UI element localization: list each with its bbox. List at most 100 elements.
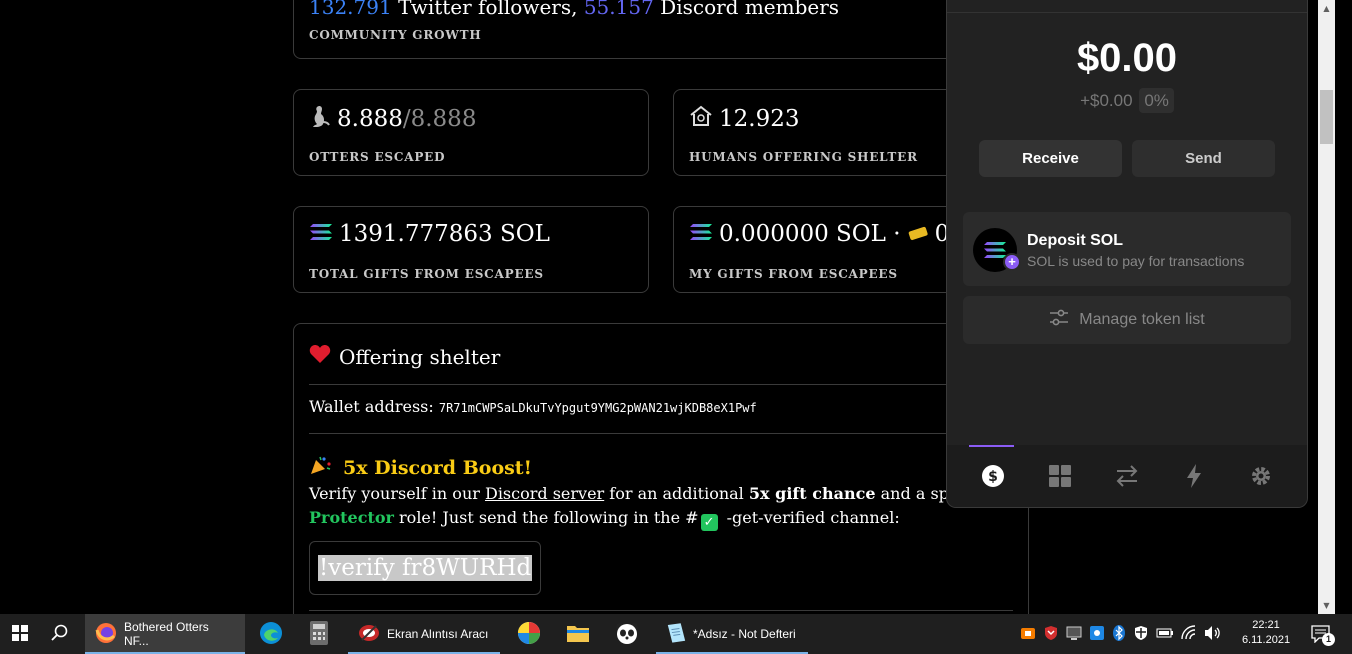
- discord-count: 55.157: [583, 0, 654, 19]
- boost-header: 5x Discord Boost!: [309, 455, 532, 480]
- battery-icon[interactable]: [1156, 626, 1174, 643]
- search-button[interactable]: [40, 614, 80, 654]
- my-gifts-value: 0.000000 SOL · 0: [689, 221, 949, 247]
- system-tray: [1020, 614, 1222, 654]
- volume-icon[interactable]: [1204, 625, 1222, 644]
- gift-chance-text: 5x gift chance: [748, 484, 876, 503]
- network-settings-icon[interactable]: [1089, 625, 1105, 644]
- discord-text: Discord members: [660, 0, 840, 19]
- house-icon: [689, 104, 713, 134]
- edge-icon: [259, 621, 283, 648]
- community-counts: 132.791 Twitter followers, 55.157 Discor…: [309, 0, 839, 19]
- notepad-icon: [666, 622, 686, 647]
- boost-text: -get-verified channel:: [726, 508, 900, 527]
- total-gifts-value: 1391.777863 SOL: [309, 221, 550, 247]
- wifi-icon[interactable]: [1181, 624, 1197, 644]
- taskbar-calculator[interactable]: [306, 614, 332, 654]
- ticket-icon: [907, 221, 929, 247]
- my-gifts-amount: 0.000000 SOL ·: [719, 221, 901, 247]
- page-scrollbar[interactable]: ▲ ▼: [1318, 0, 1335, 614]
- boost-text: Verify yourself in our: [309, 484, 480, 503]
- active-tab-indicator: [969, 445, 1014, 447]
- manage-token-list-label: Manage token list: [1079, 311, 1205, 328]
- boost-text: for an additional: [609, 484, 744, 503]
- party-popper-icon: [309, 455, 333, 480]
- action-center-button[interactable]: 1: [1306, 614, 1336, 654]
- security-shield-icon[interactable]: [1133, 625, 1149, 644]
- divider: [309, 610, 1013, 611]
- bluetooth-icon[interactable]: [1112, 624, 1126, 644]
- notepad-label: *Adsız - Not Defteri: [693, 627, 796, 641]
- antivirus-shield-icon[interactable]: [1043, 625, 1059, 644]
- checkmark-icon: ✓: [700, 514, 718, 531]
- otter-icon: [309, 104, 331, 134]
- search-icon: [51, 624, 69, 645]
- taskbar: Bothered Otters NF... Ekran Alıntısı Ara…: [0, 614, 1352, 654]
- gear-icon[interactable]: [1239, 464, 1283, 488]
- wallet-change-percent: 0%: [1139, 88, 1174, 113]
- sliders-icon: [1049, 309, 1069, 332]
- scroll-down-arrow-icon[interactable]: ▼: [1318, 597, 1335, 614]
- snipping-tool-icon: [358, 623, 380, 646]
- otters-escaped-count: 8.888: [337, 106, 403, 132]
- swap-icon[interactable]: [1105, 465, 1149, 487]
- divider: [309, 384, 1013, 385]
- wallet-nav: $: [947, 445, 1307, 507]
- discord-server-link[interactable]: Discord server: [485, 484, 604, 503]
- taskbar-photos[interactable]: [516, 614, 542, 654]
- taskbar-firefox[interactable]: Bothered Otters NF...: [85, 614, 245, 654]
- solana-icon: [309, 221, 333, 247]
- receive-button[interactable]: Receive: [979, 140, 1122, 177]
- twitter-count: 132.791: [309, 0, 392, 19]
- verify-code-box[interactable]: !verify fr8WURHd: [309, 541, 542, 595]
- start-button[interactable]: [0, 614, 40, 654]
- grid-icon[interactable]: [1038, 465, 1082, 487]
- role-name: Protector: [309, 508, 394, 527]
- send-button[interactable]: Send: [1132, 140, 1275, 177]
- community-growth-card: 132.791 Twitter followers, 55.157 Discor…: [293, 0, 1029, 59]
- firefox-label: Bothered Otters NF...: [124, 620, 209, 648]
- total-gifts-label: TOTAL GIFTS FROM ESCAPEES: [309, 267, 544, 281]
- taskbar-notepad[interactable]: *Adsız - Not Defteri: [656, 614, 808, 654]
- wallet-address-value[interactable]: 7R71mCWPSaLDkuTvYpgut9YMG2pWAN21wjKDB8eX…: [439, 401, 757, 415]
- scrollbar-thumb[interactable]: [1320, 90, 1333, 144]
- shelter-title: Offering shelter: [339, 344, 501, 369]
- folder-icon: [567, 624, 589, 645]
- taskbar-snipping-tool[interactable]: Ekran Alıntısı Aracı: [348, 614, 500, 654]
- otters-escaped-card: 8.888/8.888 OTTERS ESCAPED: [293, 89, 649, 176]
- tray-app-icon[interactable]: [1020, 625, 1036, 644]
- twitter-text: Twitter followers,: [398, 0, 578, 19]
- humans-shelter-label: HUMANS OFFERING SHELTER: [689, 150, 918, 164]
- firefox-icon: [95, 622, 117, 647]
- wallet-balance: $0.00: [1076, 36, 1178, 80]
- boost-text: role! Just send the following in the #: [399, 508, 699, 527]
- scroll-up-arrow-icon[interactable]: ▲: [1318, 0, 1335, 17]
- notification-count: 1: [1322, 633, 1335, 646]
- deposit-sol-row[interactable]: + Deposit SOL SOL is used to pay for tra…: [963, 212, 1291, 286]
- clock-time: 22:21: [1252, 619, 1280, 631]
- manage-token-list-button[interactable]: Manage token list: [963, 296, 1291, 344]
- taskbar-edge[interactable]: [256, 614, 286, 654]
- lightning-icon[interactable]: [1172, 464, 1216, 488]
- deposit-sol-title: Deposit SOL: [1027, 232, 1124, 249]
- verify-code[interactable]: !verify fr8WURHd: [318, 555, 533, 581]
- wallet-change: +$0.00 0%: [947, 88, 1307, 113]
- windows-icon: [12, 624, 28, 644]
- dollar-icon[interactable]: $: [971, 464, 1015, 488]
- system-clock[interactable]: 22:21 6.11.2021: [1236, 618, 1296, 648]
- notification-icon: 1: [1311, 625, 1335, 646]
- plus-icon: +: [1003, 253, 1021, 271]
- humans-shelter-count: 12.923: [719, 106, 800, 132]
- svg-text:$: $: [988, 469, 998, 485]
- divider: [309, 433, 1013, 434]
- web-page: 132.791 Twitter followers, 55.157 Discor…: [0, 0, 1335, 614]
- taskbar-panda-app[interactable]: [614, 614, 640, 654]
- deposit-sol-subtitle: SOL is used to pay for transactions: [1027, 253, 1245, 269]
- shelter-header: Offering shelter: [309, 344, 500, 369]
- monitor-icon[interactable]: [1066, 625, 1082, 644]
- taskbar-file-explorer[interactable]: [566, 614, 590, 654]
- wallet-address-row: Wallet address: 7R71mCWPSaLDkuTvYpgut9YM…: [309, 397, 757, 416]
- panda-icon: [615, 622, 639, 647]
- wallet-address-label: Wallet address:: [309, 397, 434, 416]
- otters-escaped-value: 8.888/8.888: [309, 104, 476, 134]
